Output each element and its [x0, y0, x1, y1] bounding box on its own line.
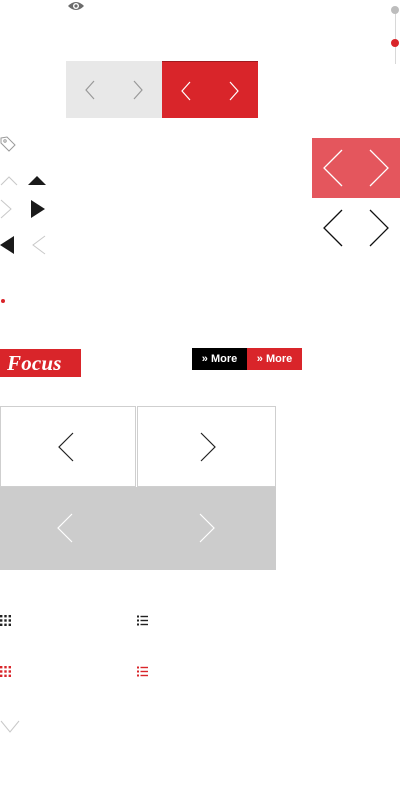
triangle-right-filled-icon[interactable] — [30, 199, 50, 219]
chevron-right-icon — [200, 432, 216, 462]
triangle-left-filled-icon[interactable] — [0, 235, 20, 255]
slider-track — [395, 8, 396, 64]
chevron-right-icon[interactable] — [133, 80, 143, 100]
eye-icon[interactable] — [67, 0, 85, 12]
grid-view-icon[interactable] — [0, 666, 11, 677]
chevron-right-icon[interactable] — [229, 81, 239, 101]
chevron-left-icon[interactable] — [181, 81, 191, 101]
chevron-right-icon[interactable] — [199, 513, 215, 543]
slider-dot-active[interactable] — [391, 39, 399, 47]
slider-dot[interactable] — [391, 6, 399, 14]
chevron-right-icon[interactable] — [369, 149, 389, 187]
bullet-dot — [1, 299, 5, 303]
grid-view-icon[interactable] — [0, 615, 11, 626]
arrow-pair-red — [162, 61, 258, 118]
triangle-right-outline-icon[interactable] — [0, 199, 20, 219]
chevron-left-icon[interactable] — [85, 80, 95, 100]
list-view-icon[interactable] — [137, 615, 148, 626]
triangle-left-outline-icon[interactable] — [30, 235, 50, 255]
arrow-pair-dark — [312, 205, 400, 251]
chevron-left-icon — [58, 432, 74, 462]
triangle-up-outline-icon[interactable] — [0, 168, 20, 188]
arrow-band-gray — [0, 487, 276, 570]
chevron-left-icon[interactable] — [323, 209, 343, 247]
chevron-down-icon[interactable] — [0, 720, 20, 734]
triangle-up-filled-icon[interactable] — [27, 168, 47, 188]
tag-icon — [0, 136, 16, 152]
chevron-left-icon[interactable] — [57, 513, 73, 543]
prev-button-white[interactable] — [0, 406, 136, 487]
more-button-dark[interactable]: » More — [192, 348, 247, 370]
chevron-right-icon[interactable] — [369, 209, 389, 247]
chevron-left-icon[interactable] — [323, 149, 343, 187]
arrow-pair-pink — [312, 138, 400, 198]
arrow-pair-gray — [66, 61, 162, 118]
list-view-icon[interactable] — [137, 666, 148, 677]
next-button-white[interactable] — [137, 406, 276, 487]
more-button-red[interactable]: » More — [247, 348, 302, 370]
focus-label: Focus — [0, 349, 81, 377]
